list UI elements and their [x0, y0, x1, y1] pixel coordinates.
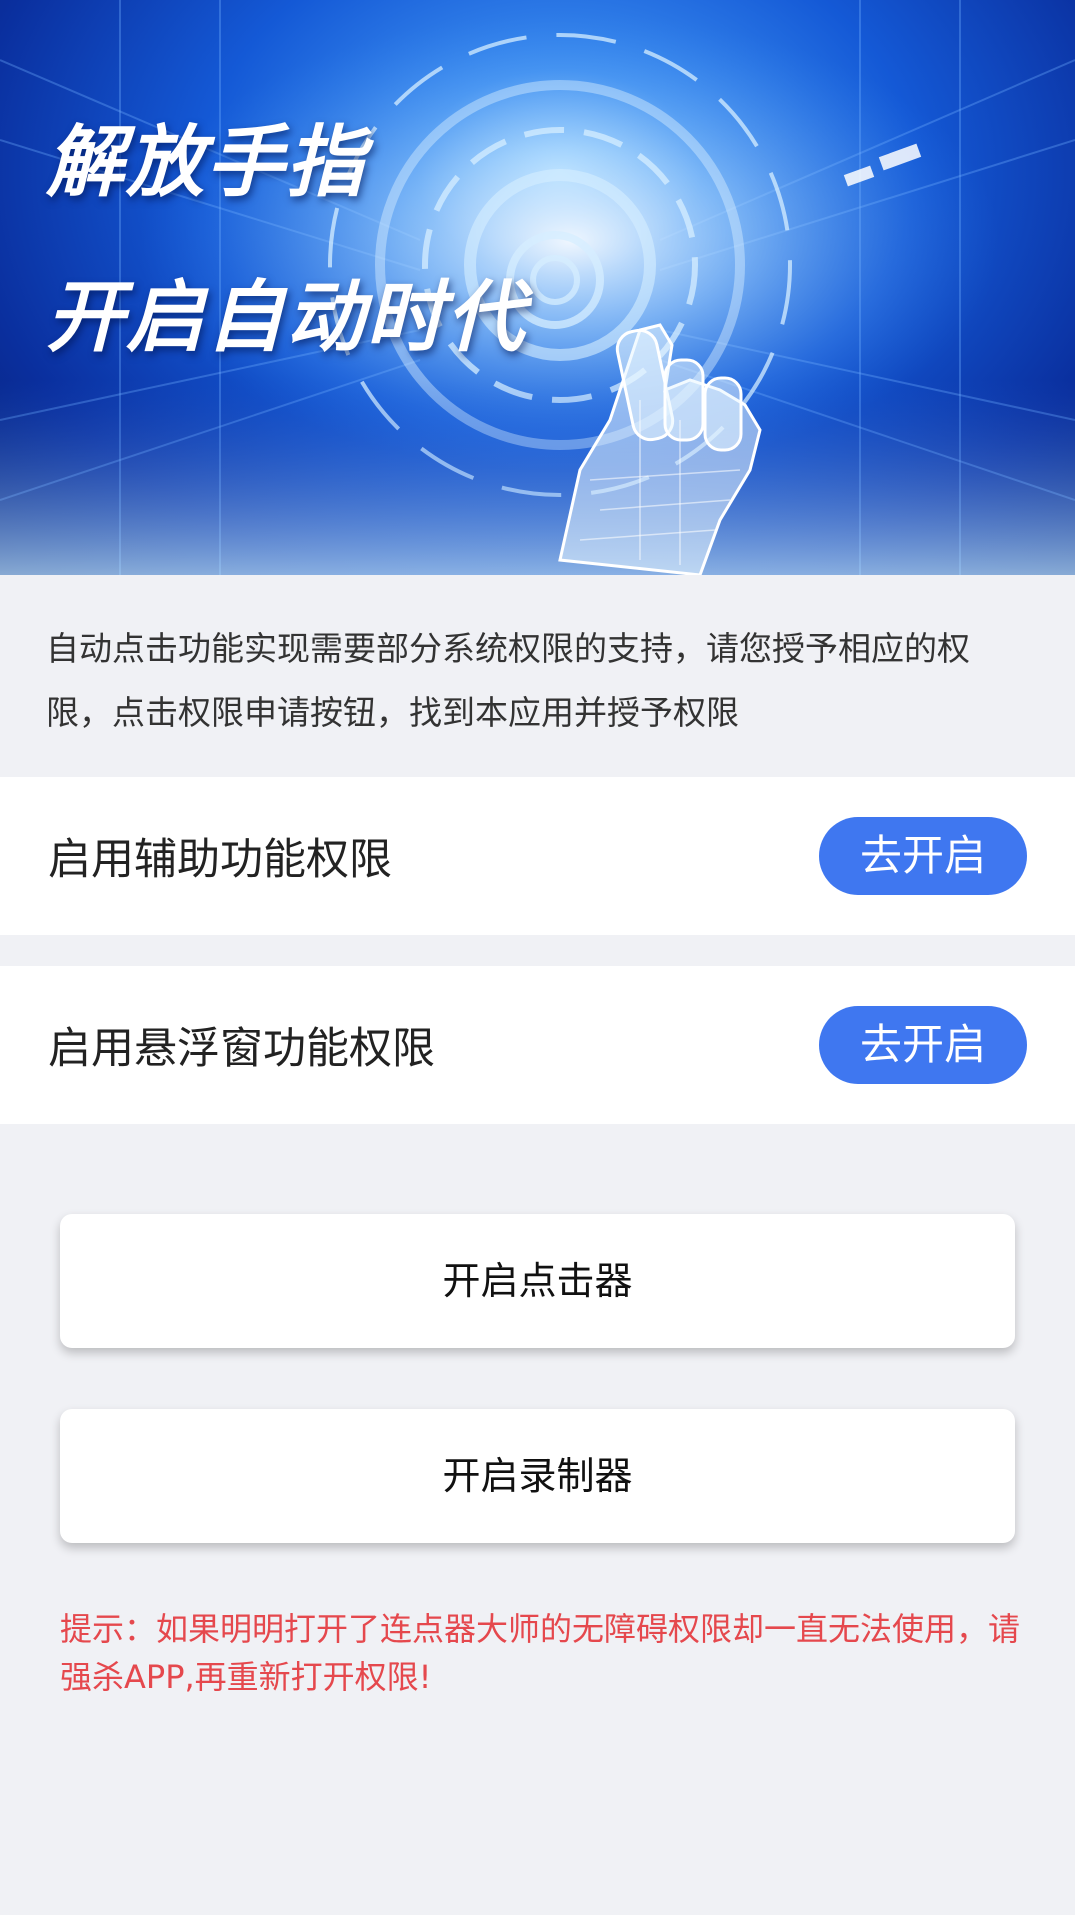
start-clicker-button[interactable]: 开启点击器 [60, 1214, 1015, 1348]
hero-banner: 解放手指 开启自动时代 [0, 0, 1075, 575]
enable-floating-window-button[interactable]: 去开启 [819, 1006, 1027, 1084]
banner-title-line1: 解放手指 [46, 118, 367, 208]
banner-title-line2: 开启自动时代 [46, 273, 527, 363]
tip-text: 提示：如果明明打开了连点器大师的无障碍权限却一直无法使用，请强杀APP,再重新打… [60, 1610, 1021, 1696]
accessibility-permission-label: 启用辅助功能权限 [48, 835, 392, 885]
start-recorder-button[interactable]: 开启录制器 [60, 1409, 1015, 1543]
enable-accessibility-button[interactable]: 去开启 [819, 817, 1027, 895]
floating-window-permission-row: 启用悬浮窗功能权限 去开启 [0, 966, 1075, 1124]
floating-window-permission-label: 启用悬浮窗功能权限 [48, 1024, 435, 1074]
permission-intro-text: 自动点击功能实现需要部分系统权限的支持，请您授予相应的权限，点击权限申请按钮，找… [46, 629, 970, 732]
accessibility-permission-row: 启用辅助功能权限 去开启 [0, 777, 1075, 935]
